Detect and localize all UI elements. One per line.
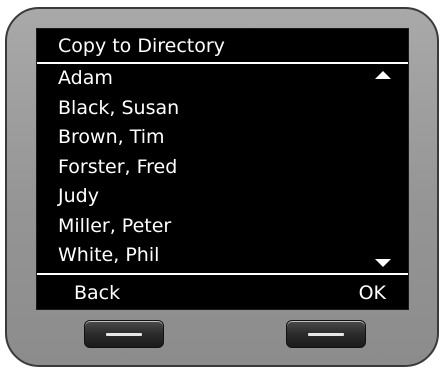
list-item[interactable]: Adam	[37, 64, 408, 94]
list-item[interactable]: Forster, Fred	[37, 153, 408, 183]
back-softkey-label[interactable]: Back	[74, 277, 120, 309]
list-item[interactable]: Brown, Tim	[37, 123, 408, 153]
softkey-divider	[37, 273, 408, 275]
ok-softkey-label[interactable]: OK	[359, 277, 386, 309]
dash-icon	[106, 333, 142, 336]
list-item[interactable]: White, Phil	[37, 241, 408, 271]
dash-icon	[308, 333, 344, 336]
list-item[interactable]: Black, Susan	[37, 94, 408, 124]
list-item[interactable]: Judy	[37, 182, 408, 212]
right-display-key[interactable]	[286, 320, 366, 348]
directory-list: Adam Black, Susan Brown, Tim Forster, Fr…	[37, 64, 408, 272]
scroll-down-arrow-icon	[375, 259, 391, 267]
scroll-up-arrow-icon	[375, 71, 391, 79]
screen-title: Copy to Directory	[58, 35, 225, 57]
display-screen: Copy to Directory Adam Black, Susan Brow…	[36, 28, 409, 310]
list-item[interactable]: Miller, Peter	[37, 212, 408, 242]
left-display-key[interactable]	[84, 320, 164, 348]
